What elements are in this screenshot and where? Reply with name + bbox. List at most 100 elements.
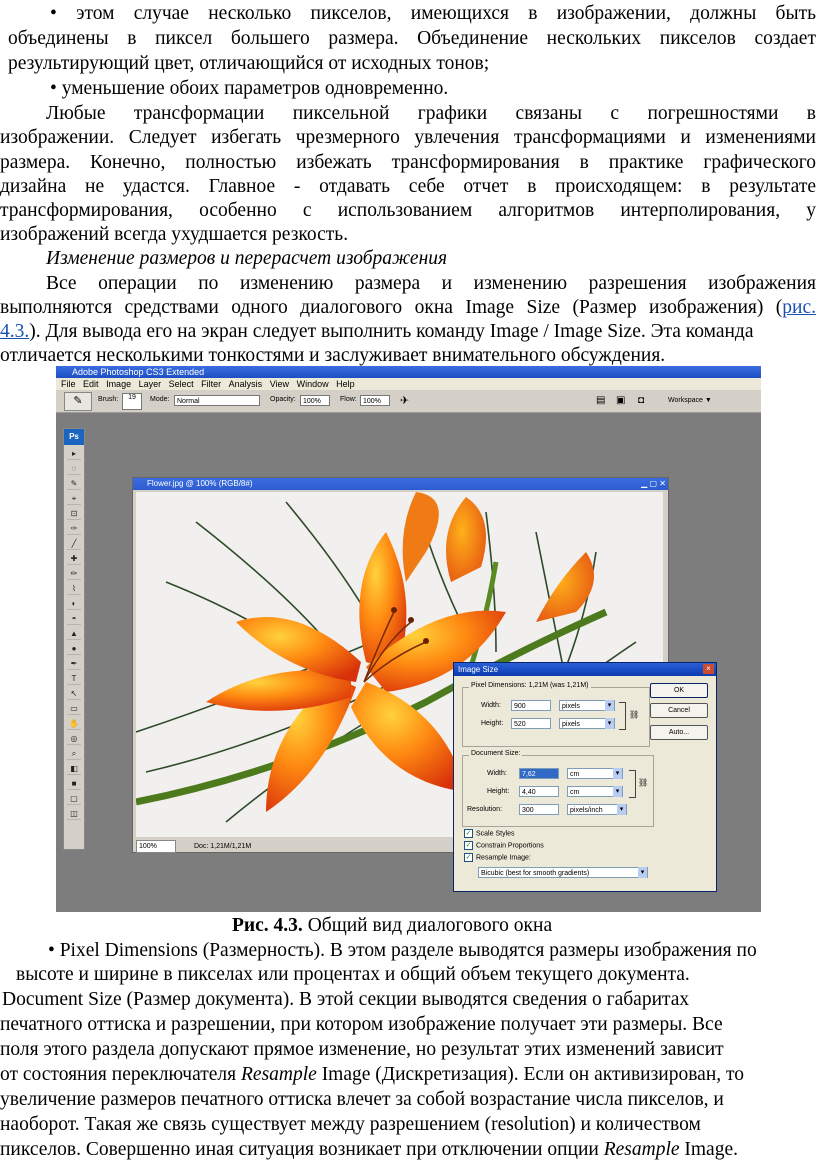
menu-view[interactable]: View <box>270 378 289 390</box>
width-input[interactable]: 900 <box>511 700 551 711</box>
height-input[interactable]: 520 <box>511 718 551 729</box>
text-line: отличается несколькими тонкостями и засл… <box>0 345 666 366</box>
dialog-title-text: Image Size <box>458 665 499 674</box>
menu-file[interactable]: File <box>61 378 76 390</box>
tool-icon[interactable]: ◓ <box>67 614 81 625</box>
menu-image[interactable]: Image <box>106 378 131 390</box>
text-line: наоборот. Такая же связь существует межд… <box>0 1114 701 1135</box>
zoom-field[interactable]: 100% <box>136 840 176 853</box>
tool-icon[interactable]: ✋ <box>67 719 81 730</box>
tool-icon[interactable]: ⊡ <box>67 509 81 520</box>
text-run: Image. <box>679 1139 738 1160</box>
tool-icon[interactable]: ✚ <box>67 554 81 565</box>
menu-filter[interactable]: Filter <box>201 378 221 390</box>
height-unit-select[interactable]: pixels <box>559 718 615 729</box>
tool-icon[interactable]: ✑ <box>67 524 81 535</box>
text-line: • этом случае несколько пикселов, имеющи… <box>50 3 816 24</box>
text-line: от состояния переключателя Resample Imag… <box>0 1063 744 1087</box>
image-size-dialog: Image Size × Pixel Dimensions: 1,21M (wa… <box>453 662 717 892</box>
tool-icon[interactable]: ▢ <box>67 794 81 805</box>
auto-button[interactable]: Auto... <box>650 725 708 740</box>
text-line: пикселов. Совершенно иная ситуация возни… <box>0 1138 738 1162</box>
menu-layer[interactable]: Layer <box>139 378 162 390</box>
tool-icon[interactable]: ╱ <box>67 539 81 550</box>
tool-icon[interactable]: ▸ <box>67 449 81 460</box>
cancel-button[interactable]: Cancel <box>650 703 708 718</box>
tool-icon[interactable]: ● <box>67 644 81 655</box>
text-line: Все операции по изменению размера и изме… <box>46 273 816 294</box>
text-line: • Pixel Dimensions (Размерность). В этом… <box>48 940 757 961</box>
tool-icon[interactable]: ✏ <box>67 569 81 580</box>
tool-icon[interactable]: ■ <box>67 779 81 790</box>
constrain-proportions-checkbox[interactable]: ✓ Constrain Proportions <box>464 841 544 850</box>
flow-label: Flow: <box>340 396 357 403</box>
tool-icon[interactable]: ↖ <box>67 689 81 700</box>
opacity-field[interactable]: 100% <box>300 395 330 406</box>
resample-image-checkbox[interactable]: ✓ Resample Image: <box>464 853 531 862</box>
brush-tool-preset-icon[interactable]: ✎ <box>64 392 92 411</box>
tool-icon[interactable]: ✎ <box>67 479 81 490</box>
mode-select[interactable]: Normal <box>174 395 260 406</box>
tool-icon[interactable]: T <box>67 674 81 685</box>
text-line: Любые трансформации пиксельной графики с… <box>46 103 816 124</box>
app-title-bar: Adobe Photoshop CS3 Extended <box>56 366 761 378</box>
bridge-icon[interactable]: ▣ <box>616 395 625 406</box>
tool-icon[interactable]: ✒ <box>67 659 81 670</box>
resolution-input[interactable]: 300 <box>519 804 559 815</box>
tool-icon[interactable]: ◧ <box>67 764 81 775</box>
doc-width-unit-select[interactable]: cm <box>567 768 623 779</box>
mode-label: Mode: <box>150 396 170 403</box>
text-line: объединены в пиксел большего размера. Об… <box>8 28 816 49</box>
doc-width-label: Width: <box>487 770 507 777</box>
text-run: выполняются средствами одного диалоговог… <box>0 297 783 318</box>
width-label: Width: <box>481 702 501 709</box>
text-line: 4.3.). Для вывода его на экран следует в… <box>0 320 754 344</box>
doc-height-input[interactable]: 4,40 <box>519 786 559 797</box>
camera-icon[interactable]: ◘ <box>638 395 644 406</box>
checkbox-check-icon: ✓ <box>464 841 473 850</box>
tool-icon[interactable]: ◌ <box>67 464 81 475</box>
resample-method-select[interactable]: Bicubic (best for smooth gradients) <box>478 867 648 878</box>
tool-icon[interactable]: ⌕ <box>67 749 81 760</box>
tool-icon[interactable]: ◫ <box>67 809 81 820</box>
width-unit-select[interactable]: pixels <box>559 700 615 711</box>
menu-edit[interactable]: Edit <box>83 378 99 390</box>
brush-picker[interactable]: 19 <box>122 393 142 410</box>
menu-help[interactable]: Help <box>336 378 355 390</box>
scale-styles-checkbox[interactable]: ✓ Scale Styles <box>464 829 515 838</box>
link-bracket <box>629 770 636 798</box>
window-controls-icon[interactable]: ▁ ▢ ✕ <box>641 479 666 488</box>
ok-button[interactable]: OK <box>650 683 708 698</box>
menu-window[interactable]: Window <box>297 378 329 390</box>
text-line: результирующий цвет, отличающийся от исх… <box>8 53 490 74</box>
airbrush-icon[interactable]: ✈ <box>400 394 409 407</box>
doc-width-input[interactable]: 7,62 <box>519 768 559 779</box>
tool-icon[interactable]: ⌇ <box>67 584 81 595</box>
dialog-title: Image Size × <box>454 663 716 676</box>
text-line: Document Size (Размер документа). В этой… <box>2 989 690 1010</box>
text-line: печатного оттиска и разрешении, при кото… <box>0 1014 723 1035</box>
tool-icon[interactable]: ◎ <box>67 734 81 745</box>
menu-analysis[interactable]: Analysis <box>229 378 263 390</box>
tool-icon[interactable]: ⌖ <box>67 494 81 505</box>
tool-icon[interactable]: ◐ <box>67 599 81 610</box>
workspace-menu[interactable]: Workspace ▼ <box>666 395 718 406</box>
caption-number: Рис. 4.3. <box>232 915 303 936</box>
brush-label: Brush: <box>98 396 119 403</box>
figure-link[interactable]: 4.3. <box>0 321 29 342</box>
figure-link[interactable]: рис. <box>782 297 816 318</box>
close-icon[interactable]: × <box>703 664 714 674</box>
resolution-unit-select[interactable]: pixels/inch <box>567 804 627 815</box>
doc-height-unit-select[interactable]: cm <box>567 786 623 797</box>
checkbox-check-icon: ✓ <box>464 829 473 838</box>
menu-select[interactable]: Select <box>169 378 194 390</box>
document-size-group: Document Size: Width: 7,62 cm Height: 4,… <box>462 750 654 827</box>
flow-field[interactable]: 100% <box>360 395 390 406</box>
tool-icon[interactable]: ▲ <box>67 629 81 640</box>
tool-icon[interactable]: ▭ <box>67 704 81 715</box>
tools-panel: Ps ▸ ◌ ✎ ⌖ ⊡ ✑ ╱ ✚ ✏ ⌇ ◐ ◓ ▲ ● ✒ T ↖ ▭ ✋ ◎ ⌕ ◧ ■ ▢ ◫ <box>63 428 85 850</box>
palette-well-icon[interactable]: ▤ <box>596 395 605 406</box>
text-line: изображений всегда ухудшается резкость. <box>0 224 349 245</box>
options-bar: ✎ Brush: 19 Mode: Normal Opacity: 100% F… <box>56 390 761 413</box>
text-line: выполняются средствами одного диалоговог… <box>0 296 816 320</box>
